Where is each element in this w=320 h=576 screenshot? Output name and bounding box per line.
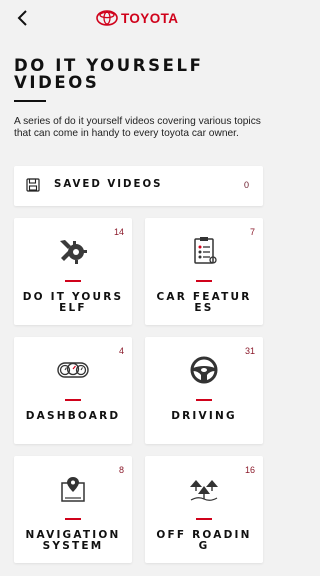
card-divider <box>65 399 81 401</box>
category-card-car-features[interactable]: 7 CAR FEATURES <box>145 218 263 325</box>
video-count: 4 <box>118 346 124 356</box>
card-divider <box>65 280 81 282</box>
terrain-icon <box>190 480 218 501</box>
card-divider <box>196 280 212 282</box>
video-count: 7 <box>249 227 255 237</box>
chevron-left-icon <box>17 10 27 26</box>
category-label: CAR FEATURES <box>156 291 252 314</box>
saved-videos-row[interactable]: SAVED VIDEOS 0 <box>14 166 263 206</box>
top-bar: TOYOTA <box>0 0 275 38</box>
category-card-driving[interactable]: 31 DRIVING <box>145 337 263 444</box>
steering-wheel-icon <box>190 356 218 384</box>
card-divider <box>196 399 212 401</box>
category-card-navigation-system[interactable]: 8 NAVIGATION SYSTEM <box>14 456 132 563</box>
card-divider <box>196 518 212 520</box>
map-pin-icon <box>61 477 85 502</box>
saved-videos-count: 0 <box>243 180 249 190</box>
back-button[interactable] <box>14 8 32 28</box>
category-card-off-roading[interactable]: 16 OFF ROADING <box>145 456 263 563</box>
toyota-logo: TOYOTA <box>96 9 178 27</box>
clipboard-icon <box>194 237 217 264</box>
video-count: 14 <box>113 227 124 237</box>
category-card-do-it-yourself[interactable]: 14 DO IT YOURSELF <box>14 218 132 325</box>
wrench-gear-icon <box>60 240 87 264</box>
category-label: OFF ROADING <box>156 529 252 552</box>
page-description: A series of do it yourself videos coveri… <box>14 116 261 139</box>
video-count: 31 <box>244 346 255 356</box>
brand-name: TOYOTA <box>121 10 179 26</box>
page-title: DO IT YOURSELF VIDEOS <box>14 56 204 92</box>
gauges-icon <box>57 362 89 378</box>
toyota-emblem-icon <box>96 10 118 26</box>
title-divider <box>14 100 46 102</box>
card-divider <box>65 518 81 520</box>
save-icon <box>26 178 40 192</box>
category-label: DASHBOARD <box>25 410 121 422</box>
saved-videos-label: SAVED VIDEOS <box>54 179 163 190</box>
video-count: 16 <box>244 465 255 475</box>
category-label: DRIVING <box>171 410 237 422</box>
category-label: NAVIGATION SYSTEM <box>25 529 121 552</box>
category-card-dashboard[interactable]: 4 DASHBOARD <box>14 337 132 444</box>
video-count: 8 <box>118 465 124 475</box>
category-label: DO IT YOURSELF <box>22 291 124 314</box>
